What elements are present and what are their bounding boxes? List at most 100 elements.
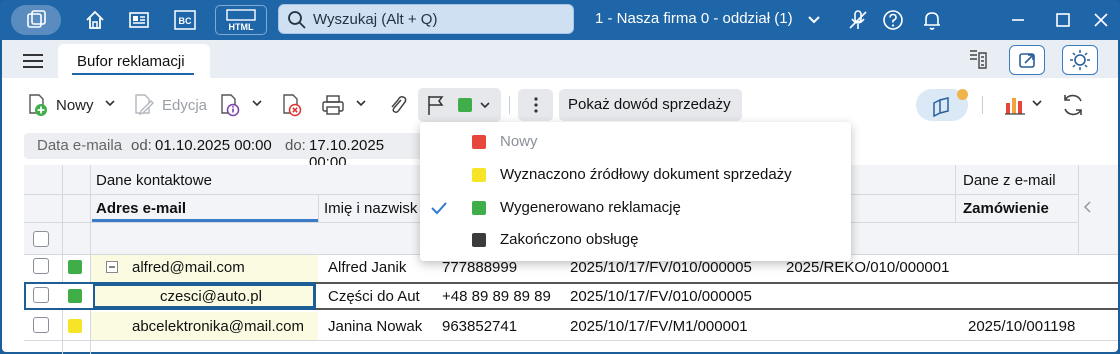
status-option-label: Wyznaczono źródłowy dokument sprzedaży <box>500 166 792 183</box>
lightbulb-icon <box>1068 49 1092 71</box>
status-flag-button[interactable] <box>418 88 501 122</box>
row-name: Janina Nowak <box>328 318 423 335</box>
new-dropdown-chevron-icon[interactable] <box>104 97 116 109</box>
layers-icon <box>930 95 954 117</box>
row-status-flag <box>68 289 82 303</box>
row-name: Części do Aut <box>328 288 420 305</box>
filter-label: Data e-maila <box>37 137 123 154</box>
row-name: Alfred Janik <box>328 259 407 276</box>
status-dropdown-menu: Nowy Wyznaczono źródłowy dokument sprzed… <box>420 122 851 261</box>
home-icon[interactable] <box>80 5 110 35</box>
row-complaint: 2025/REKO/010/000001 <box>786 259 950 276</box>
tab-active-indicator <box>72 73 194 75</box>
status-option-label: Zakończono obsługę <box>500 231 639 248</box>
group-header-email-data: Dane z e-mail <box>963 172 1056 189</box>
status-swatch-yellow <box>472 168 486 182</box>
proof-label: Pokaż dowód sprzedaży <box>568 96 731 113</box>
row-phone: 777888999 <box>442 259 518 276</box>
row-phone: 963852741 <box>442 318 518 335</box>
toolbar-separator <box>982 96 983 114</box>
company-selector[interactable]: 1 - Nasza firma 0 - oddział (1) <box>595 10 793 27</box>
column-divider <box>955 165 956 223</box>
edit-label: Edycja <box>162 96 208 114</box>
close-icon[interactable] <box>1086 5 1116 35</box>
bell-icon[interactable] <box>917 5 947 35</box>
status-option-label: Nowy <box>500 133 538 150</box>
maximize-icon[interactable] <box>1048 5 1078 35</box>
show-proof-of-sale-button[interactable]: Pokaż dowód sprzedaży <box>559 89 742 121</box>
row-status-flag <box>68 260 82 274</box>
row-email[interactable]: alfred@mail.com <box>132 259 245 276</box>
theme-button[interactable] <box>1062 45 1098 75</box>
row-checkbox[interactable] <box>33 287 49 303</box>
scroll-left-icon[interactable] <box>1082 200 1094 214</box>
row-email[interactable]: abcelektronika@mail.com <box>132 318 304 335</box>
collapse-icon[interactable] <box>106 261 118 273</box>
checkmark-icon <box>430 200 448 216</box>
current-status-swatch <box>458 98 472 112</box>
row-document: 2025/10/17/FV/010/000005 <box>570 259 752 276</box>
status-option-new[interactable]: Nowy <box>420 126 851 158</box>
column-divider <box>1078 165 1079 255</box>
column-header-name[interactable]: Imię i nazwisk <box>324 200 417 217</box>
flag-icon <box>424 93 448 117</box>
delete-button[interactable] <box>280 91 304 119</box>
print-button[interactable] <box>320 91 346 119</box>
refresh-button[interactable] <box>1060 91 1086 119</box>
columns-settings-icon[interactable] <box>968 48 988 70</box>
new-label: Nowy <box>56 96 94 114</box>
status-swatch-red <box>472 135 486 149</box>
column-header-email[interactable]: Adres e-mail <box>96 200 186 217</box>
column-header-order[interactable]: Zamówienie <box>963 200 1049 217</box>
tab-label: Bufor reklamacji <box>77 53 185 70</box>
details-dropdown-chevron-icon[interactable] <box>251 97 263 109</box>
details-button[interactable] <box>218 91 242 119</box>
status-dropdown-chevron-icon <box>479 99 491 111</box>
export-button[interactable] <box>1009 45 1045 75</box>
toolbar-separator <box>509 96 510 114</box>
row-checkbox[interactable] <box>33 258 49 274</box>
date-filter[interactable]: Data e-maila od: 01.10.2025 00:00 do: 17… <box>24 133 424 171</box>
charts-button[interactable] <box>1003 91 1027 119</box>
sorted-column-indicator <box>92 219 318 222</box>
row-document: 2025/10/17/FV/M1/000001 <box>570 318 748 335</box>
app-logo-icon[interactable] <box>11 5 61 35</box>
bc-icon[interactable]: BC <box>170 5 200 35</box>
microphone-off-icon[interactable] <box>843 5 873 35</box>
select-all-checkbox[interactable] <box>33 231 49 247</box>
workspace-toggle[interactable] <box>916 89 968 121</box>
share-icon <box>1017 50 1037 70</box>
new-button[interactable]: Nowy <box>26 91 94 119</box>
column-divider <box>62 165 63 354</box>
html-label: HTML <box>229 22 254 32</box>
charts-dropdown-chevron-icon[interactable] <box>1031 97 1043 109</box>
row-checkbox[interactable] <box>33 317 49 333</box>
menu-icon[interactable] <box>22 53 44 69</box>
edit-button: Edycja <box>132 91 207 119</box>
print-dropdown-chevron-icon[interactable] <box>355 97 367 109</box>
row-order: 2025/10/001198 <box>968 318 1076 335</box>
notification-badge <box>957 89 968 100</box>
attachment-button[interactable] <box>386 91 408 119</box>
printer-icon <box>320 93 346 117</box>
chevron-down-icon[interactable] <box>806 12 822 28</box>
more-options-button[interactable] <box>518 89 553 121</box>
document-info-icon <box>218 93 242 117</box>
search-input[interactable]: Wyszukaj (Alt + Q) <box>278 4 574 34</box>
newspaper-icon[interactable] <box>124 5 154 35</box>
row-email[interactable]: czesci@auto.pl <box>160 288 262 305</box>
filter-to-label: do: <box>285 137 306 154</box>
status-option-completed[interactable]: Zakończono obsługę <box>420 224 851 256</box>
bc-label: BC <box>179 16 192 26</box>
column-divider <box>318 195 319 223</box>
status-option-complaint-generated[interactable]: Wygenerowano reklamację <box>420 192 851 224</box>
minimize-icon[interactable] <box>1003 5 1033 35</box>
search-placeholder: Wyszukaj (Alt + Q) <box>313 11 438 28</box>
status-option-source-document[interactable]: Wyznaczono źródłowy dokument sprzedaży <box>420 159 851 191</box>
bar-chart-icon <box>1003 93 1027 117</box>
html-icon[interactable]: HTML <box>215 5 267 35</box>
filter-from-value[interactable]: 01.10.2025 00:00 <box>155 137 272 154</box>
row-status-flag <box>68 319 82 333</box>
help-icon[interactable] <box>878 5 908 35</box>
tab-bufor-reklamacji[interactable]: Bufor reklamacji <box>58 44 210 78</box>
